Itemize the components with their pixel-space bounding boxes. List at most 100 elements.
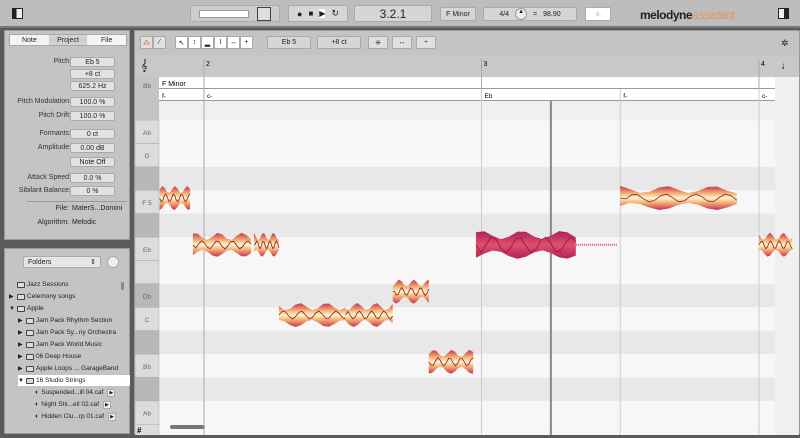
param-value[interactable]: Note Off [70,157,115,167]
expand-icon[interactable]: ▶ [18,329,24,336]
tab-file[interactable]: File [87,35,127,45]
tree-item[interactable]: ▼ 16 Studio Strings [18,375,130,386]
cents-field[interactable]: +8 ct [317,36,361,49]
tree-item-label: 16 Studio Strings [36,377,86,384]
pitch-label: F 5 [142,200,152,207]
pitch-row [159,213,775,238]
param-value[interactable]: 100.0 % [70,111,115,121]
tree-item[interactable]: ◐ Hidden Clu...rp 01.caf ▶ [27,411,116,422]
transport-controls: ● ■ ▶ ↻ [288,5,348,22]
expand-icon[interactable]: ▼ [9,306,15,312]
pitch-label: Bb [143,364,151,371]
expand-icon[interactable]: ▶ [18,341,24,348]
param-row: 625.2 Hz [5,81,131,91]
tree-item[interactable]: ◐ Suspended...ill 04.caf ▶ [27,387,116,398]
param-value[interactable]: 0 % [70,186,115,196]
tab-note[interactable]: Note [10,35,49,45]
param-label: Amplitude: [37,144,71,151]
tree-item[interactable]: ◐ Night Shi...ell 02.caf ▶ [27,399,111,410]
pitch-row [159,166,775,191]
param-value[interactable]: +8 ct [70,69,115,79]
folder-icon [17,281,25,288]
stop-button[interactable]: ■ [308,9,313,18]
pitch-label: C [145,317,150,324]
loop-icon[interactable]: ↻ [331,8,339,19]
tree-item[interactable]: ▼ Apple [9,303,44,314]
toggle-left-panel-icon[interactable] [12,8,23,19]
expand-icon[interactable]: ▶ [18,317,24,324]
key-display[interactable]: F Minor [440,7,476,21]
note-separation-tool-icon[interactable]: + [240,36,253,49]
play-file-button[interactable]: ▶ [107,388,116,397]
macro-tool-icon[interactable]: ⁄ [153,36,166,49]
expand-icon[interactable]: ▶ [9,293,15,300]
tree-item[interactable]: Jazz Sessions [9,279,69,290]
folder-icon [17,293,25,300]
select-tool-icon[interactable]: ↖ [175,36,188,49]
pitch-field[interactable]: Eb 5 [267,36,311,49]
pitch-label: Bb [143,83,151,90]
quantize-pitch-icon[interactable]: ⁜ [368,36,388,49]
key-signature-icon: # [137,426,142,435]
expand-icon[interactable]: ▼ [18,378,24,384]
position-display[interactable]: 3.2.1 [354,5,432,22]
center-pitch-icon[interactable]: ÷ [416,36,436,49]
pitch-edit-tool-icon[interactable]: ↕ [188,36,201,49]
tree-item[interactable]: ▶ Jam Pack Rhythm Section [18,315,112,326]
folder-icon [26,353,34,360]
formant-tool-icon[interactable]: ▂ [201,36,214,49]
tree-item-label: Hidden Clu...rp 01.caf [41,413,105,420]
param-value[interactable]: 0 ct [70,129,115,139]
browser-scrollbar[interactable] [121,282,124,290]
tree-item[interactable]: ▶ Jam Pack Sy...ny Orchestra [18,327,116,338]
tab-project[interactable]: Project [48,35,88,45]
pitch-row [159,330,775,355]
record-button[interactable]: ● [297,9,302,19]
expand-icon[interactable]: ▶ [18,365,24,372]
tree-item-label: Jam Pack Rhythm Section [36,317,113,324]
amplitude-tool-icon[interactable]: I [214,36,227,49]
note-value-icon: ♩ [781,61,791,72]
metronome-icon[interactable]: ▲ [515,8,528,20]
piano-key [135,166,160,191]
tempo-display[interactable]: 4/4 ▲ = 98.90 [483,7,577,21]
file-browser: Folders ⇕ Jazz Sessions ▶ Celemony songs ▼ Ap… [4,248,130,434]
audio-file-icon: ◐ [35,413,40,420]
play-button[interactable]: ▶ [319,9,326,18]
chord-label: f- [623,93,627,100]
pitch-label: Eb [143,247,151,254]
pitch-row [159,237,775,261]
play-file-button[interactable]: ▶ [108,412,116,421]
param-row: Pitch: Eb 5 [5,57,131,67]
tempo-detect-button[interactable]: ·⁝· [585,7,611,21]
toggle-right-panel-icon[interactable] [778,8,789,19]
chord-label: f- [162,93,166,100]
param-value[interactable]: Eb 5 [70,57,115,67]
pitch-grid[interactable]: 𝄞 ♩ #2 3 4 F Minor f-c- Eb f-c- Bb Ab G F 5 Eb Db C Bb Ab [135,55,799,435]
refresh-button[interactable] [107,256,119,268]
tree-item-label: Suspended...ill 04.caf [41,389,104,396]
play-file-button[interactable]: ▶ [103,400,111,409]
param-value[interactable]: 100.0 % [70,97,115,107]
piano-key [135,260,160,285]
param-value[interactable]: 0.00 dB [70,143,115,153]
pitch-row [159,143,775,167]
volume-slider[interactable] [190,5,280,22]
tree-item[interactable]: ▶ Celemony songs [9,291,75,302]
param-value[interactable]: 625.2 Hz [70,81,115,91]
piano-key [135,330,160,355]
tree-item[interactable]: ▶ Jam Pack World Music [18,339,102,350]
quantize-time-icon[interactable]: ↔ [392,36,412,49]
expand-icon[interactable]: ▶ [18,353,24,360]
folder-icon [17,305,25,312]
settings-gear-icon[interactable]: ✲ [781,38,789,49]
tree-item-label: Jazz Sessions [27,281,69,288]
tree-item[interactable]: ▶ 06 Deep House [18,351,81,362]
folders-select[interactable]: Folders ⇕ [23,256,101,268]
param-value[interactable]: 0.0 % [70,173,115,183]
pitch-tool-icon[interactable]: ⁂ [140,36,153,49]
pitch-row [159,424,775,435]
tree-item-label: Jam Pack World Music [36,341,102,348]
tree-item[interactable]: ▶ Apple Loops ... GarageBand [18,363,118,374]
time-tool-icon[interactable]: ↔ [227,36,240,49]
